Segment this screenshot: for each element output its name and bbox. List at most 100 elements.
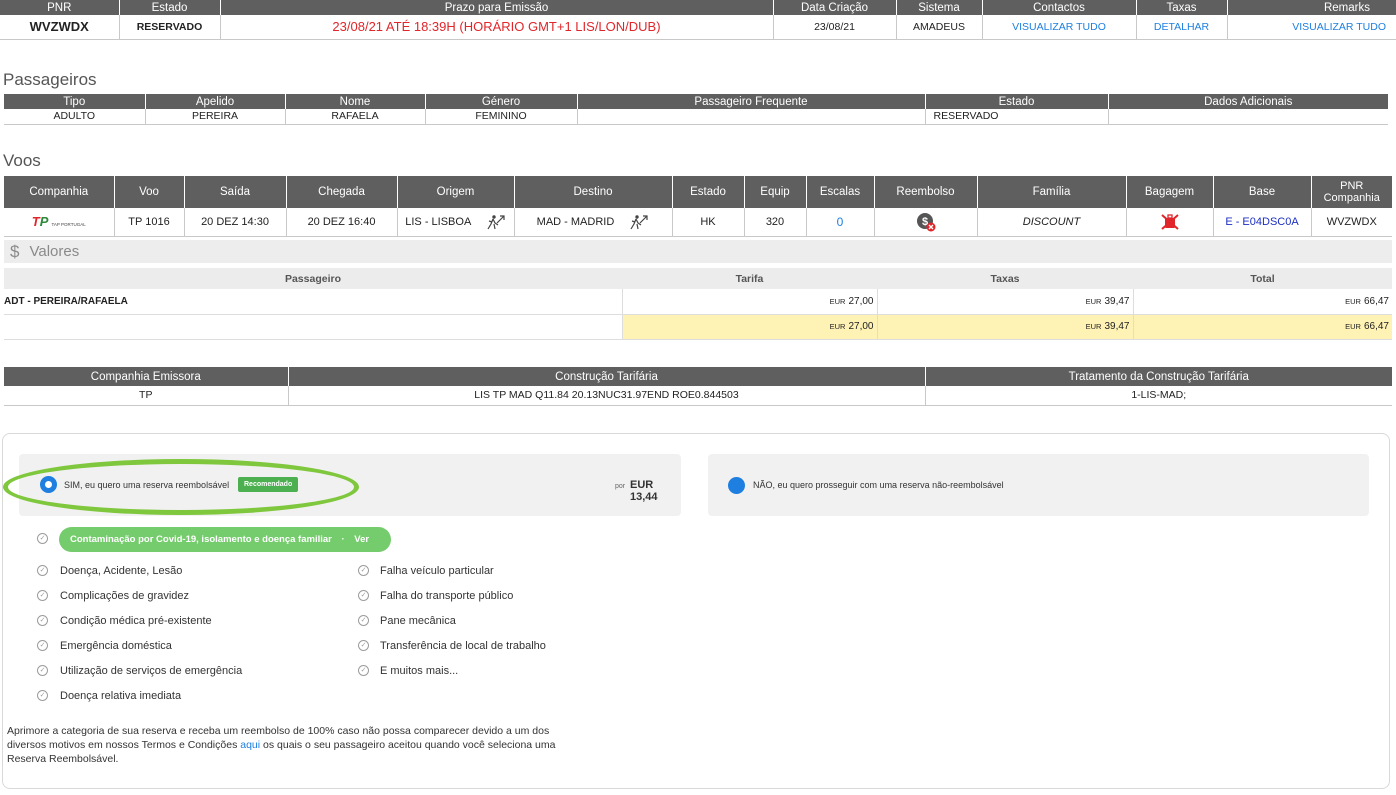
fare-construction: LIS TP MAD Q11.84 20.13NUC31.97END ROE0.…: [287, 386, 925, 406]
total-taxes: EUR 39,47: [876, 314, 1133, 340]
remarks-view-all-link[interactable]: VISUALIZAR TUDO: [1226, 15, 1396, 40]
terms-link[interactable]: aqui: [240, 739, 260, 751]
col-construcao-tarifaria: Construção Tarifária: [287, 367, 925, 386]
check-circle-icon: ✓: [37, 615, 48, 626]
fare-construction-table: Companhia Emissora Construção Tarifária …: [4, 367, 1392, 406]
departure-icon: [487, 215, 505, 230]
coverage-item: Emergência doméstica: [60, 640, 172, 652]
fare-amount: 27,00: [848, 295, 874, 307]
flight-number: TP 1016: [113, 208, 184, 237]
value-total: EUR 66,47: [1132, 289, 1392, 315]
covid-label: Contaminação por Covid-19, isolamento e …: [70, 534, 332, 545]
taxes-detail-link[interactable]: DETALHAR: [1135, 15, 1227, 40]
value-passenger: ADT - PEREIRA/RAFAELA: [4, 289, 622, 315]
coverage-item: Transferência de local de trabalho: [380, 640, 546, 652]
departure-time: 20 DEZ 14:30: [183, 208, 286, 237]
pax-name: RAFAELA: [284, 109, 425, 125]
check-circle-icon: ✓: [358, 565, 369, 576]
taxes-amount: 39,47: [1104, 295, 1130, 307]
pax-status: RESERVADO: [924, 109, 1108, 125]
passengers-table: Tipo Apelido Nome Género Passageiro Freq…: [4, 94, 1388, 125]
coverage-item: Falha veículo particular: [380, 565, 494, 577]
value-fare: EUR 27,00: [621, 289, 877, 315]
col-tarifa: Tarifa: [622, 268, 877, 289]
col-chegada: Chegada: [285, 176, 397, 208]
currency: EUR: [1085, 296, 1102, 306]
taxes-amount: 39,47: [1104, 321, 1130, 332]
refundable-no-option[interactable]: NÃO, eu quero prosseguir com uma reserva…: [708, 454, 1369, 516]
check-circle-icon: ✓: [37, 590, 48, 601]
pnr-code: WVZWDX: [0, 15, 119, 40]
col-pnr-companhia: PNR Companhia: [1310, 176, 1392, 208]
origin-cell: LIS - LISBOA: [396, 208, 514, 237]
currency: EUR: [829, 322, 846, 331]
currency: EUR: [1345, 296, 1361, 306]
dollar-icon: $: [10, 241, 20, 261]
col-companhia-emissora: Companhia Emissora: [4, 367, 288, 386]
refund-description: Aprimore a categoria de sua reserva e re…: [7, 724, 567, 766]
values-section-bar: $ Valores: [4, 240, 1392, 263]
baggage-cell: [1125, 208, 1213, 237]
stops-link[interactable]: 0: [805, 208, 874, 237]
airline-logo-text: TAP PORTUGAL: [51, 222, 86, 228]
pnr-summary-table: PNR Estado Prazo para Emissão Data Criaç…: [0, 0, 1396, 40]
tap-logo-icon: TP: [31, 214, 49, 230]
col-origem: Origem: [396, 176, 514, 208]
col-prazo: Prazo para Emissão: [219, 0, 773, 15]
covid-coverage-pill[interactable]: Contaminação por Covid-19, isolamento e …: [59, 527, 391, 570]
radio-no[interactable]: [728, 477, 745, 494]
currency: EUR: [1345, 322, 1361, 331]
pax-additional-data: [1107, 109, 1388, 125]
values-table: Passageiro Tarifa Taxas Total ADT - PERE…: [4, 268, 1392, 340]
pnr-status: RESERVADO: [118, 15, 220, 40]
check-circle-icon: ✓: [37, 665, 48, 676]
check-circle-icon: ✓: [37, 690, 48, 701]
equipment: 320: [743, 208, 806, 237]
pax-gender: FEMININO: [424, 109, 577, 125]
col-estado: Estado: [671, 176, 744, 208]
more-coverage-link[interactable]: E muitos mais...: [380, 664, 458, 678]
flight-status: HK: [671, 208, 744, 237]
no-label: NÃO, eu quero prosseguir com uma reserva…: [753, 480, 1004, 490]
table-row: TP TAP PORTUGAL TP 1016 20 DEZ 14:30 20 …: [4, 208, 1392, 237]
issuing-airline: TP: [4, 386, 288, 406]
coverage-item: Pane mecânica: [380, 615, 456, 627]
check-circle-icon: ✓: [358, 665, 369, 676]
refund-price: EUR 13,44: [630, 479, 658, 503]
table-row: TP LIS TP MAD Q11.84 20.13NUC31.97END RO…: [4, 386, 1392, 406]
departure-icon: [630, 215, 648, 230]
origin-airport: LIS - LISBOA: [405, 215, 471, 228]
col-taxas: Taxas: [1135, 0, 1227, 15]
col-taxas: Taxas: [877, 268, 1133, 289]
totals-row: EUR 27,00 EUR 39,47 EUR 66,47: [4, 314, 1392, 340]
values-section-title: Valores: [29, 243, 80, 260]
table-row: ADT - PEREIRA/RAFAELA EUR 27,00 EUR 39,47 …: [4, 289, 1392, 315]
check-circle-icon: ✓: [37, 640, 48, 651]
coverage-item: Condição médica pré-existente: [60, 615, 212, 627]
value-passenger: [4, 314, 622, 340]
total-amount: 66,47: [1363, 295, 1389, 307]
price-prefix: por: [615, 483, 626, 490]
col-base: Base: [1212, 176, 1311, 208]
arrival-time: 20 DEZ 16:40: [285, 208, 397, 237]
coverage-item: Doença, Acidente, Lesão: [60, 565, 183, 577]
col-apelido: Apelido: [144, 94, 285, 109]
fare-base-link[interactable]: E - E04DSC0A: [1212, 208, 1311, 237]
destination-airport: MAD - MADRID: [536, 215, 615, 228]
col-remarks: Remarks: [1226, 0, 1396, 15]
col-companhia: Companhia: [4, 176, 114, 208]
col-passageiro: Passageiro: [4, 268, 622, 289]
issue-deadline: 23/08/21 ATÉ 18:39H (HORÁRIO GMT+1 LIS/L…: [219, 15, 773, 40]
total-fare: EUR 27,00: [621, 314, 877, 340]
value-taxes: EUR 39,47: [876, 289, 1133, 315]
col-dados-adicionais: Dados Adicionais: [1107, 94, 1388, 109]
fare-treatment: 1-LIS-MAD;: [924, 386, 1392, 406]
check-circle-icon: ✓: [358, 615, 369, 626]
total-amount: 66,47: [1363, 321, 1389, 332]
col-destino: Destino: [513, 176, 672, 208]
destination-cell: MAD - MADRID: [513, 208, 672, 237]
table-row: ADULTO PEREIRA RAFAELA FEMININO RESERVAD…: [4, 109, 1388, 125]
pax-frequent-flyer: [576, 109, 925, 125]
check-circle-icon: ✓: [358, 640, 369, 651]
contacts-view-all-link[interactable]: VISUALIZAR TUDO: [981, 15, 1136, 40]
